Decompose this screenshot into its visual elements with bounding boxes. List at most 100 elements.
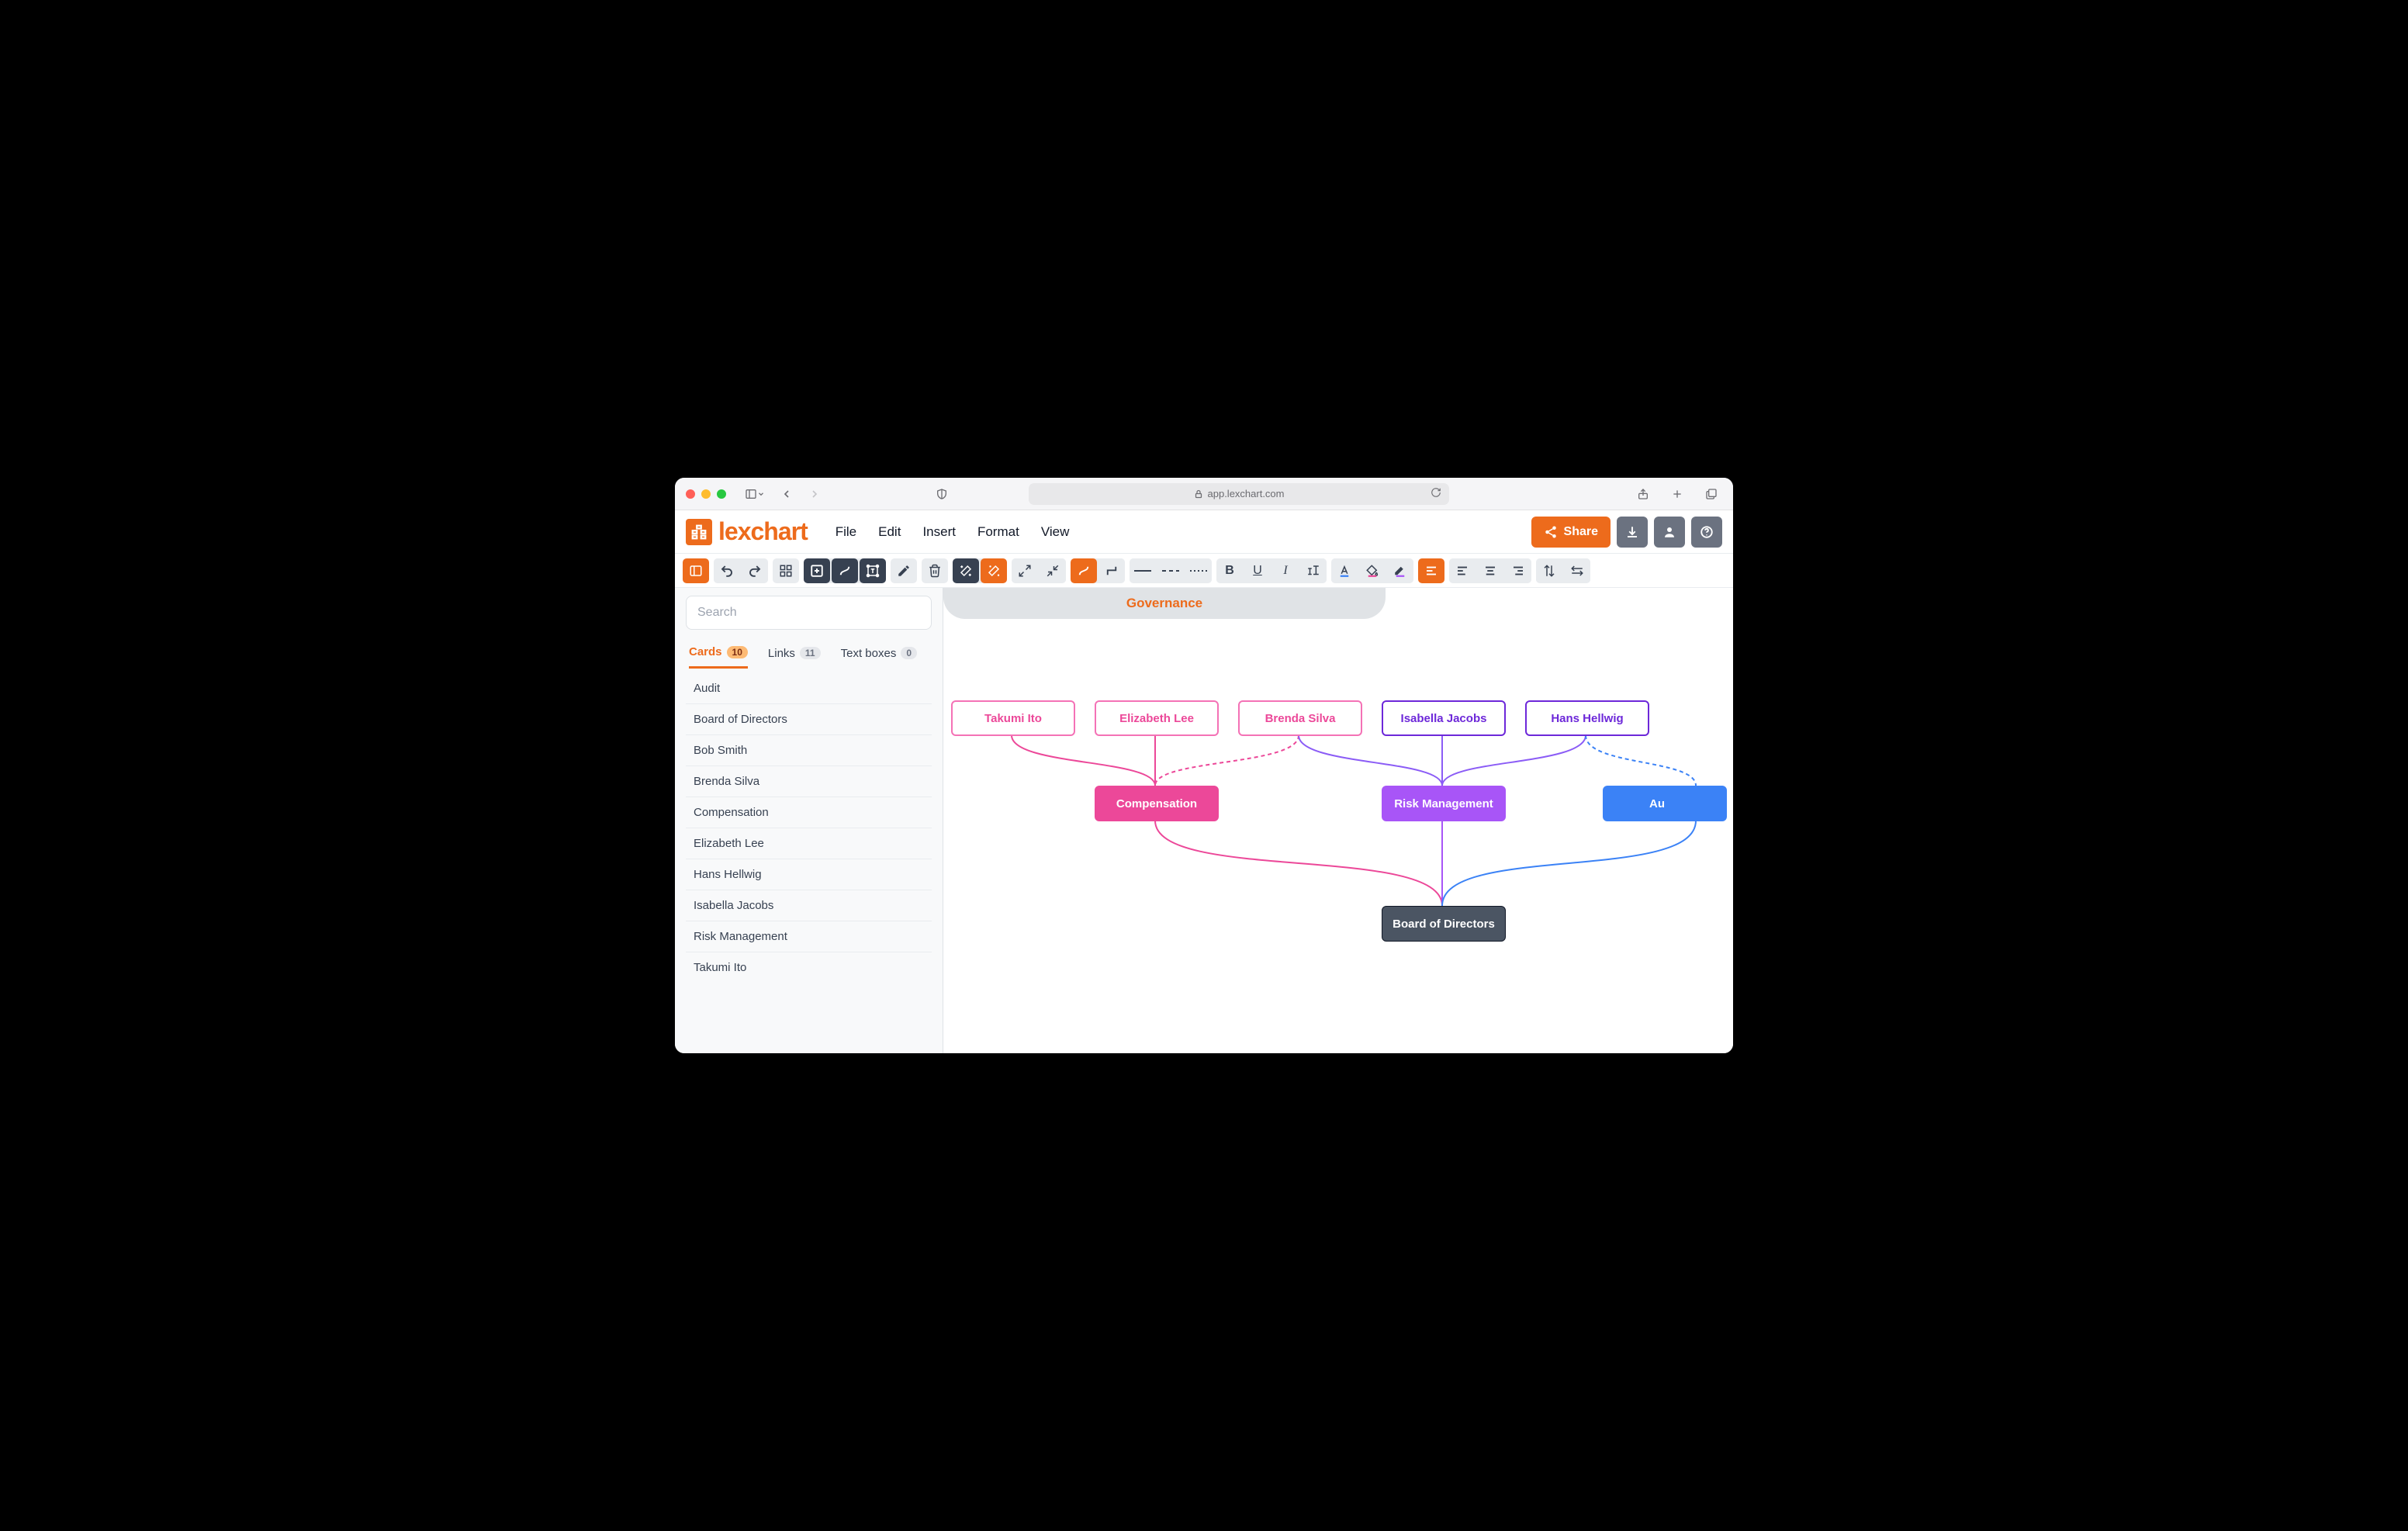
auto-layout-button[interactable] bbox=[981, 558, 1007, 583]
list-item[interactable]: Isabella Jacobs bbox=[686, 890, 932, 921]
window-controls bbox=[686, 489, 734, 499]
tab-textboxes-label: Text boxes bbox=[841, 647, 897, 660]
browser-chrome: app.lexchart.com bbox=[675, 478, 1733, 510]
add-text-button[interactable] bbox=[860, 558, 886, 583]
node-board[interactable]: Board of Directors bbox=[1382, 906, 1506, 942]
align-left-button[interactable] bbox=[1449, 558, 1476, 583]
menu-format[interactable]: Format bbox=[977, 524, 1019, 540]
tab-links-label: Links bbox=[768, 647, 795, 660]
node-hans[interactable]: Hans Hellwig bbox=[1525, 700, 1649, 736]
italic-button[interactable]: I bbox=[1272, 558, 1299, 583]
panel-toggle-button[interactable] bbox=[683, 558, 709, 583]
url-host: app.lexchart.com bbox=[1208, 488, 1285, 499]
app-header: lexchart File Edit Insert Format View Sh… bbox=[675, 510, 1733, 554]
list-item[interactable]: Brenda Silva bbox=[686, 766, 932, 797]
list-item[interactable]: Compensation bbox=[686, 797, 932, 828]
redo-button[interactable] bbox=[742, 558, 768, 583]
collapse-button[interactable] bbox=[1040, 558, 1066, 583]
share-button[interactable]: Share bbox=[1531, 517, 1611, 548]
list-item[interactable]: Elizabeth Lee bbox=[686, 828, 932, 859]
new-tab-button[interactable] bbox=[1666, 485, 1688, 503]
add-link-button[interactable] bbox=[832, 558, 858, 583]
sidebar: Cards 10 Links 11 Text boxes 0 Audit Boa… bbox=[675, 588, 943, 1053]
download-button[interactable] bbox=[1617, 517, 1648, 548]
undo-button[interactable] bbox=[714, 558, 740, 583]
card-list: Audit Board of Directors Bob Smith Brend… bbox=[681, 673, 936, 983]
search-input[interactable] bbox=[686, 596, 932, 630]
account-button[interactable] bbox=[1654, 517, 1685, 548]
node-elizabeth[interactable]: Elizabeth Lee bbox=[1095, 700, 1219, 736]
magic-wand-button[interactable] bbox=[953, 558, 979, 583]
minimize-window-button[interactable] bbox=[701, 489, 711, 499]
privacy-shield-button[interactable] bbox=[931, 485, 953, 503]
text-color-button[interactable] bbox=[1331, 558, 1358, 583]
expand-button[interactable] bbox=[1012, 558, 1038, 583]
menu-edit[interactable]: Edit bbox=[878, 524, 901, 540]
back-button[interactable] bbox=[776, 485, 797, 503]
grid-button[interactable] bbox=[773, 558, 799, 583]
node-compensation[interactable]: Compensation bbox=[1095, 786, 1219, 821]
user-icon bbox=[1662, 525, 1676, 539]
sidebar-toggle-button[interactable] bbox=[740, 485, 770, 503]
close-window-button[interactable] bbox=[686, 489, 695, 499]
list-item[interactable]: Bob Smith bbox=[686, 735, 932, 766]
lock-icon bbox=[1194, 489, 1203, 499]
line-dashed-button[interactable] bbox=[1157, 558, 1184, 583]
sidebar-tabs: Cards 10 Links 11 Text boxes 0 bbox=[681, 639, 936, 669]
node-brenda[interactable]: Brenda Silva bbox=[1238, 700, 1362, 736]
tab-textboxes-count: 0 bbox=[901, 647, 917, 659]
canvas[interactable]: Governance Takumi Ito Elizabeth Lee bbox=[943, 588, 1733, 1053]
list-item[interactable]: Risk Management bbox=[686, 921, 932, 952]
node-isabella[interactable]: Isabella Jacobs bbox=[1382, 700, 1506, 736]
refresh-button[interactable] bbox=[1431, 487, 1441, 500]
list-item[interactable]: Takumi Ito bbox=[686, 952, 932, 983]
delete-button[interactable] bbox=[922, 558, 948, 583]
flip-horizontal-button[interactable] bbox=[1564, 558, 1590, 583]
edit-mode-button[interactable] bbox=[891, 558, 917, 583]
share-sheet-button[interactable] bbox=[1632, 485, 1654, 503]
line-dotted-button[interactable] bbox=[1185, 558, 1212, 583]
align-right-button[interactable] bbox=[1505, 558, 1531, 583]
connector-curve-button[interactable] bbox=[1071, 558, 1097, 583]
node-audit[interactable]: Au bbox=[1603, 786, 1727, 821]
list-item[interactable]: Audit bbox=[686, 673, 932, 704]
tab-cards-count: 10 bbox=[727, 646, 748, 658]
help-icon bbox=[1700, 525, 1714, 539]
app-logo[interactable]: lexchart bbox=[686, 517, 808, 546]
toolbar: B U I bbox=[675, 554, 1733, 588]
menu-file[interactable]: File bbox=[836, 524, 856, 540]
url-bar[interactable]: app.lexchart.com bbox=[1029, 483, 1449, 505]
align-center-button[interactable] bbox=[1477, 558, 1503, 583]
app-body: Cards 10 Links 11 Text boxes 0 Audit Boa… bbox=[675, 588, 1733, 1053]
logo-text: lexchart bbox=[718, 517, 808, 546]
connector-elbow-button[interactable] bbox=[1098, 558, 1125, 583]
node-risk[interactable]: Risk Management bbox=[1382, 786, 1506, 821]
app-window: app.lexchart.com lexchart Fi bbox=[675, 478, 1733, 1053]
menu-view[interactable]: View bbox=[1041, 524, 1070, 540]
bold-button[interactable]: B bbox=[1216, 558, 1243, 583]
share-icon bbox=[1544, 525, 1558, 539]
font-size-button[interactable] bbox=[1300, 558, 1327, 583]
tabs-overview-button[interactable] bbox=[1700, 485, 1722, 503]
menu-insert[interactable]: Insert bbox=[922, 524, 956, 540]
share-label: Share bbox=[1564, 525, 1598, 539]
fill-color-button[interactable] bbox=[1359, 558, 1386, 583]
help-button[interactable] bbox=[1691, 517, 1722, 548]
main-menu: File Edit Insert Format View bbox=[836, 524, 1070, 540]
tab-cards[interactable]: Cards 10 bbox=[689, 645, 748, 669]
zoom-window-button[interactable] bbox=[717, 489, 726, 499]
list-item[interactable]: Board of Directors bbox=[686, 704, 932, 735]
underline-button[interactable]: U bbox=[1244, 558, 1271, 583]
line-solid-button[interactable] bbox=[1130, 558, 1156, 583]
align-left-active-button[interactable] bbox=[1418, 558, 1444, 583]
forward-button[interactable] bbox=[804, 485, 825, 503]
border-color-button[interactable] bbox=[1387, 558, 1413, 583]
tab-textboxes[interactable]: Text boxes 0 bbox=[841, 645, 917, 669]
tab-links[interactable]: Links 11 bbox=[768, 645, 821, 669]
logo-mark-icon bbox=[686, 519, 712, 545]
add-card-button[interactable] bbox=[804, 558, 830, 583]
node-takumi[interactable]: Takumi Ito bbox=[951, 700, 1075, 736]
flip-vertical-button[interactable] bbox=[1536, 558, 1562, 583]
list-item[interactable]: Hans Hellwig bbox=[686, 859, 932, 890]
download-icon bbox=[1625, 525, 1639, 539]
